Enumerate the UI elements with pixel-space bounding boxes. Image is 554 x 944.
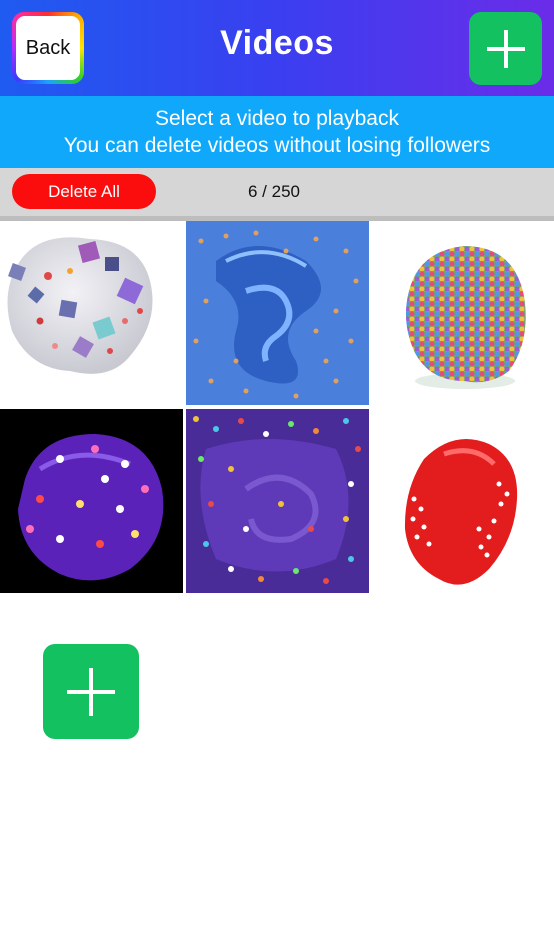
purple-slime-candies-image	[0, 409, 183, 593]
delete-all-button[interactable]: Delete All	[12, 174, 156, 209]
info-banner: Select a video to playback You can delet…	[0, 96, 554, 168]
purple-slime-sprinkles-image	[186, 409, 369, 593]
video-thumbnail[interactable]	[0, 221, 183, 405]
video-thumbnail[interactable]	[186, 221, 369, 405]
video-thumbnail[interactable]	[186, 409, 369, 593]
videos-screen: Back Videos Select a video to playback Y…	[0, 0, 554, 944]
red-slime-dots-image	[404, 439, 518, 585]
video-count: 6 / 250	[248, 182, 300, 201]
video-thumbnail[interactable]	[369, 409, 552, 593]
blue-slime-beads-image	[186, 221, 369, 405]
plus-icon	[67, 668, 115, 716]
banner-line-1: Select a video to playback	[155, 107, 399, 130]
video-thumbnail[interactable]	[0, 409, 183, 593]
plus-icon	[487, 30, 525, 68]
clear-slime-cubes-image	[7, 237, 153, 374]
banner-line-2: You can delete videos without losing fol…	[63, 134, 491, 157]
video-thumbnail[interactable]	[369, 221, 552, 405]
add-video-tile-button[interactable]	[43, 644, 139, 739]
rainbow-bead-ball-image	[405, 246, 526, 389]
header-bar: Back Videos	[0, 0, 554, 96]
add-video-button[interactable]	[469, 12, 542, 85]
